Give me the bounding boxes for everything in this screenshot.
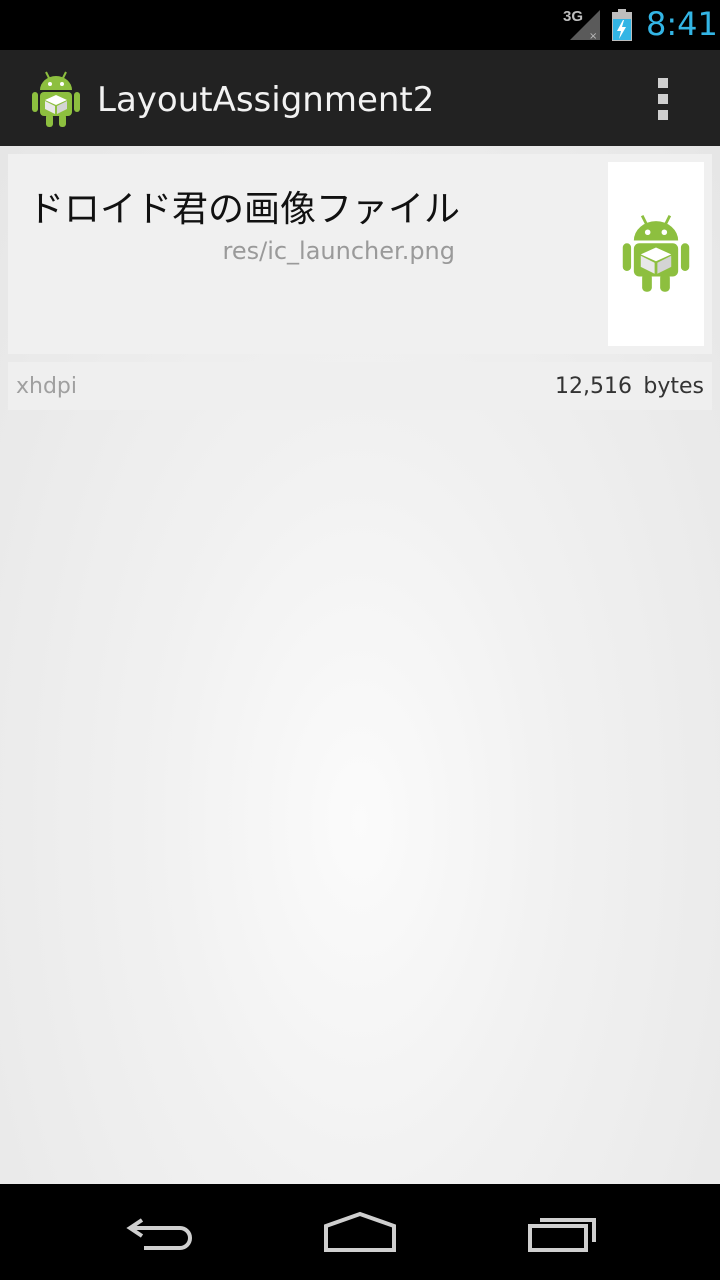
svg-text:×: × [589, 31, 597, 42]
action-bar: LayoutAssignment2 [0, 50, 720, 148]
status-bar: × 3G 8:41 [0, 0, 720, 50]
app-title: LayoutAssignment2 [97, 80, 435, 120]
home-icon[interactable] [322, 1208, 398, 1256]
network-type-label: 3G [563, 8, 584, 25]
file-info-row: xhdpi 12,516 bytes [8, 362, 712, 410]
recents-icon[interactable] [526, 1208, 600, 1256]
content-area: ドロイド君の画像ファイル res/ic_launcher.png xhdpi 1 [0, 146, 720, 1184]
overflow-menu-icon[interactable] [644, 72, 684, 124]
android-launcher-icon [622, 214, 690, 292]
image-card: ドロイド君の画像ファイル res/ic_launcher.png [8, 154, 712, 354]
file-size-value: 12,516 [555, 374, 632, 399]
android-launcher-icon[interactable] [30, 70, 82, 128]
file-path: res/ic_launcher.png [222, 237, 456, 265]
clock: 8:41 [646, 5, 718, 43]
image-preview [608, 162, 704, 346]
card-title: ドロイド君の画像ファイル [28, 189, 461, 230]
file-size-unit: bytes [643, 374, 704, 399]
navigation-bar [0, 1184, 720, 1280]
battery-charging-icon [612, 9, 632, 41]
back-icon[interactable] [124, 1208, 196, 1256]
density-label: xhdpi [16, 374, 78, 399]
